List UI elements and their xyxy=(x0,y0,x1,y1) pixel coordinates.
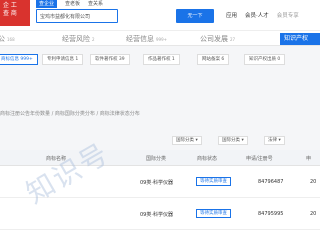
column-header: 国际分类 xyxy=(146,156,167,162)
subtab-trademark[interactable]: 商标信息 999+ xyxy=(0,54,38,65)
international-class: 09类·科学仪器 xyxy=(140,180,173,186)
top-links: 应用 会员·人才 会员专享 xyxy=(226,10,299,22)
nav-tab-development[interactable]: 公司发展 27 xyxy=(200,34,235,44)
nav-tab-ip[interactable]: 知识产权 xyxy=(280,33,320,45)
nav-count: 27 xyxy=(230,37,236,42)
nav-count: 168 xyxy=(7,37,15,42)
search-tab-relation[interactable]: 查关系 xyxy=(88,0,103,8)
search-button[interactable]: 无一下 xyxy=(176,9,214,23)
nav-label: 经营风险 xyxy=(62,35,90,43)
chevron-down-icon: ▾ xyxy=(195,138,198,143)
nav-count: 2 xyxy=(92,37,95,42)
subtab-software-copyright[interactable]: 软件著作权 39 xyxy=(90,54,130,65)
filter-legal[interactable]: 法律 ▾ xyxy=(264,136,285,145)
chevron-down-icon: ▾ xyxy=(278,138,281,143)
top-link-member-exclusive[interactable]: 会员专享 xyxy=(277,10,299,22)
trademark-stats-links[interactable]: 商标注册公告年份数量 / 商标国际分类分布 / 商标法律状态分布 xyxy=(0,110,320,117)
top-link-apps[interactable]: 应用 xyxy=(226,10,237,22)
column-header: 申 xyxy=(306,156,312,162)
ip-subnav: 商标信息 999+ 专利申请信息 1 软件著作权 39 作品著作权 1 网站备案… xyxy=(0,52,320,68)
search-tab-boss[interactable]: 查老板 xyxy=(65,0,80,8)
column-header: 申请/注册号 xyxy=(246,156,273,162)
nav-tab-business-info[interactable]: 经营信息 999+ xyxy=(126,34,167,44)
search-tabs: 查企业 查老板 查关系 xyxy=(36,0,111,8)
subtab-website-record[interactable]: 网站备案 6 xyxy=(197,54,230,65)
nav-label: 经营信息 xyxy=(126,35,154,43)
nav-tab-announcement[interactable]: 公 168 xyxy=(0,34,15,44)
nav-label: 公司发展 xyxy=(200,35,228,43)
filter-label: 国际分类 xyxy=(176,138,194,143)
top-link-member-talent[interactable]: 会员·人才 xyxy=(245,10,269,22)
nav-label: 公 xyxy=(0,35,5,43)
application-date: 20 xyxy=(310,179,317,185)
logo[interactable]: 企 工 查 商 xyxy=(0,0,30,26)
subtab-work-copyright[interactable]: 作品著作权 1 xyxy=(143,54,180,65)
registration-number[interactable]: 84795995 xyxy=(258,211,283,217)
company-nav: 公 168 经营风险 2 经营信息 999+ 公司发展 27 知识产权 xyxy=(0,30,320,46)
registration-number[interactable]: 84796487 xyxy=(258,179,283,185)
chevron-down-icon: ▾ xyxy=(241,138,244,143)
nav-count: 999+ xyxy=(156,37,167,42)
search-input[interactable] xyxy=(36,9,118,23)
status-badge: 等待实质审查 xyxy=(196,209,231,218)
filter-class-1[interactable]: 国际分类 ▾ xyxy=(172,136,202,145)
status-badge: 等待实质审查 xyxy=(196,177,231,186)
filter-label: 国际分类 xyxy=(222,138,240,143)
subtab-patent[interactable]: 专利申请信息 1 xyxy=(42,54,84,65)
filter-label: 法律 xyxy=(268,138,277,143)
search-tab-company[interactable]: 查企业 xyxy=(36,0,58,8)
column-header: 商标状态 xyxy=(197,156,218,162)
filter-class-2[interactable]: 国际分类 ▾ xyxy=(218,136,248,145)
application-date: 20 xyxy=(310,211,317,217)
international-class: 09类·科学仪器 xyxy=(140,212,173,218)
subtab-ip-pledge[interactable]: 知识产权出质 0 xyxy=(244,54,286,65)
nav-tab-risk[interactable]: 经营风险 2 xyxy=(62,34,95,44)
